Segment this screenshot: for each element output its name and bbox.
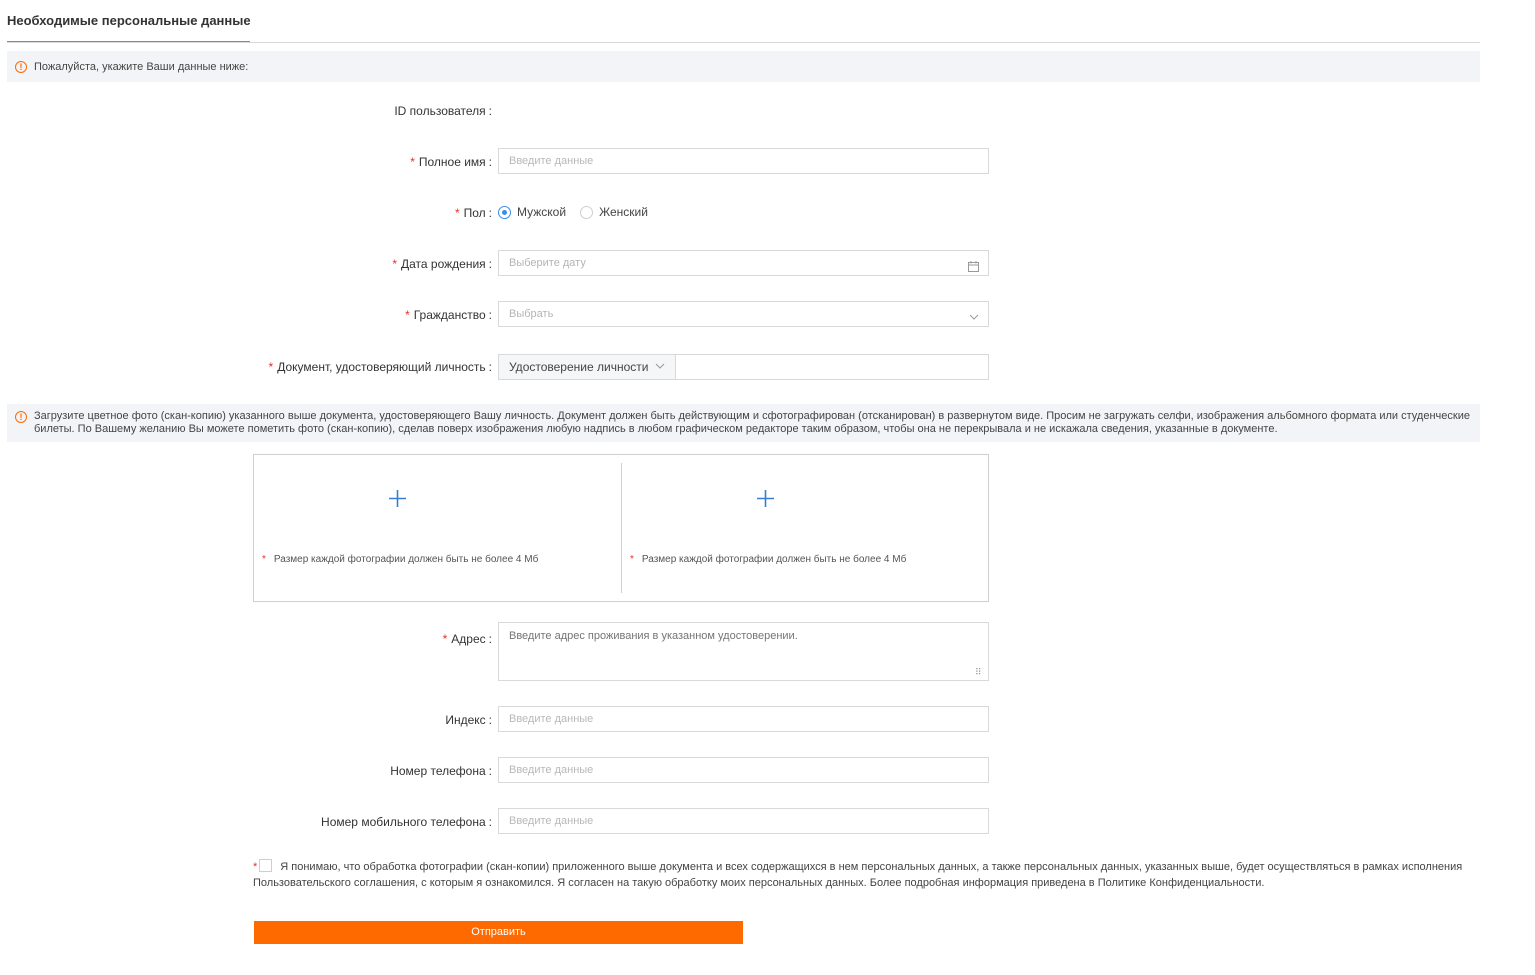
radio-label: Женский <box>599 205 648 219</box>
citizenship-label: * Гражданство: <box>405 308 492 322</box>
address-label: * Адрес: <box>442 632 492 646</box>
consent-checkbox[interactable] <box>259 859 273 872</box>
header-divider <box>7 42 1480 43</box>
phone-label: Номер телефона: <box>390 764 492 778</box>
phone-input[interactable] <box>498 757 989 783</box>
birth-date-picker[interactable]: Выберите дату <box>498 250 989 276</box>
plus-icon[interactable] <box>757 484 774 512</box>
required-marker: * <box>253 861 258 873</box>
radio-label: Мужской <box>517 205 567 219</box>
radio-button-checked[interactable] <box>498 205 511 219</box>
id-document-label: * Документ, удостоверяющий личность: <box>268 360 492 374</box>
address-textarea[interactable] <box>498 622 989 681</box>
upload-notice-banner: ! Загрузите цветное фото (скан-копию) ук… <box>7 404 1480 442</box>
photo-upload-slot-1[interactable]: * Размер каждой фотографии должен быть не… <box>254 455 621 601</box>
page-title: Необходимые персональные данные <box>7 13 251 28</box>
consent-text: Я понимаю, что обработка фотографии (ска… <box>253 861 1463 889</box>
warning-circle-icon: ! <box>15 61 27 73</box>
chevron-down-icon[interactable] <box>655 355 665 379</box>
resize-grip-icon[interactable]: ⠿ <box>975 667 982 678</box>
warning-circle-icon: ! <box>15 411 27 423</box>
chevron-down-icon[interactable] <box>969 307 979 331</box>
required-marker: * <box>454 206 460 220</box>
birth-date-label: * Дата рождения: <box>392 257 492 271</box>
full-name-input[interactable] <box>498 148 989 174</box>
postal-code-label: Индекс: <box>445 713 492 727</box>
notice-text: Пожалуйста, укажите Ваши данные ниже: <box>34 61 249 73</box>
user-id-label: ID пользователя: <box>394 104 492 118</box>
upload-size-note: * Размер каждой фотографии должен быть не… <box>262 554 539 565</box>
gender-radio-group: Мужской Женский <box>498 205 662 219</box>
upload-notice-text: Загрузите цветное фото (скан-копию) указ… <box>34 410 1470 435</box>
id-document-type-select[interactable]: Удостоверение личности <box>498 354 676 380</box>
upload-size-note: * Размер каждой фотографии должен быть не… <box>630 554 907 565</box>
required-marker: * <box>442 632 448 646</box>
full-name-label: * Полное имя: <box>410 155 492 169</box>
gender-option-male[interactable]: Мужской <box>498 205 566 219</box>
birth-date-placeholder: Выберите дату <box>509 257 586 269</box>
required-marker: * <box>392 257 397 271</box>
required-marker: * <box>630 554 634 565</box>
radio-button[interactable] <box>580 205 594 219</box>
required-marker: * <box>410 155 415 169</box>
calendar-icon[interactable] <box>968 257 979 281</box>
photo-upload-slot-2[interactable]: * Размер каждой фотографии должен быть не… <box>622 455 989 601</box>
notice-banner: ! Пожалуйста, укажите Ваши данные ниже: <box>7 51 1480 82</box>
plus-icon[interactable] <box>389 484 406 512</box>
required-marker: * <box>262 554 266 565</box>
mobile-label: Номер мобильного телефона: <box>321 815 492 829</box>
required-marker: * <box>268 360 274 374</box>
required-marker: * <box>405 308 410 322</box>
consent-block: * Я понимаю, что обработка фотографии (ск… <box>253 859 1473 891</box>
id-document-type-value: Удостоверение личности <box>509 360 649 374</box>
submit-button[interactable]: Отправить <box>254 921 743 944</box>
gender-option-female[interactable]: Женский <box>580 205 648 219</box>
gender-label: * Пол: <box>454 206 492 220</box>
photo-upload-box: * Размер каждой фотографии должен быть не… <box>253 454 989 602</box>
mobile-input[interactable] <box>498 808 989 834</box>
citizenship-select[interactable]: Выбрать <box>498 301 989 327</box>
postal-code-input[interactable] <box>498 706 989 732</box>
id-document-number-input[interactable] <box>675 354 989 380</box>
citizenship-placeholder: Выбрать <box>509 308 554 320</box>
